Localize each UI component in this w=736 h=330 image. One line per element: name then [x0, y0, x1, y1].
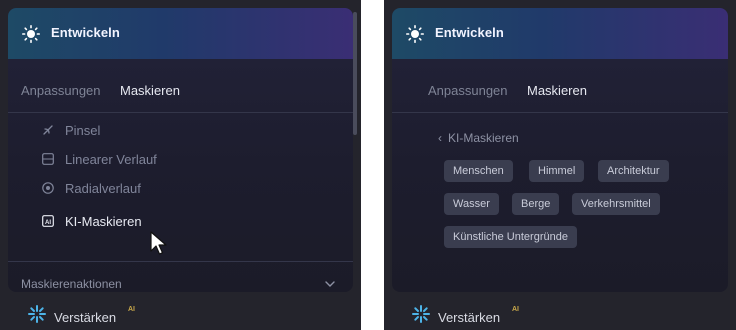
- back-link[interactable]: ‹ KI-Maskieren: [438, 131, 519, 145]
- mouse-cursor-icon: [150, 231, 167, 255]
- tool-label: Linearer Verlauf: [65, 152, 157, 167]
- divider: [392, 112, 728, 113]
- panel-title: Entwickeln: [51, 25, 120, 40]
- radial-gradient-icon: [42, 182, 54, 194]
- panel-header[interactable]: Entwickeln: [8, 8, 353, 59]
- tab-maskieren[interactable]: Maskieren: [527, 83, 587, 98]
- develop-panel-right: Entwickeln Anpassungen Maskieren ‹ KI-Mas…: [384, 0, 736, 330]
- mask-chip-architecture[interactable]: Architektur: [598, 160, 669, 182]
- ai-badge: AI: [128, 306, 135, 313]
- enhance-label[interactable]: Verstärken: [54, 310, 116, 325]
- footer-bar: [384, 292, 736, 330]
- mask-chip-vehicles[interactable]: Verkehrsmittel: [572, 193, 660, 215]
- ai-badge: AI: [512, 306, 519, 313]
- back-label: KI-Maskieren: [448, 131, 519, 145]
- mask-chip-artificial-ground[interactable]: Künstliche Untergründe: [444, 226, 577, 248]
- panel-header[interactable]: Entwickeln: [392, 8, 728, 59]
- develop-panel-left: Entwickeln Anpassungen Maskieren Pinsel …: [0, 0, 361, 330]
- enhance-label[interactable]: Verstärken: [438, 310, 500, 325]
- tool-label: KI-Maskieren: [65, 214, 142, 229]
- develop-card: Entwickeln Anpassungen Maskieren ‹ KI-Mas…: [392, 8, 728, 292]
- mask-actions-section[interactable]: Maskierenaktionen: [21, 277, 122, 291]
- enhance-sparkle-icon: [412, 305, 430, 323]
- chevron-left-icon: ‹: [438, 131, 442, 145]
- mask-chip-water[interactable]: Wasser: [444, 193, 499, 215]
- enhance-sparkle-icon: [28, 305, 46, 323]
- panel-title: Entwickeln: [435, 25, 504, 40]
- mask-chip-sky[interactable]: Himmel: [529, 160, 585, 182]
- brush-icon: [43, 125, 53, 135]
- divider: [8, 112, 353, 113]
- tab-maskieren[interactable]: Maskieren: [120, 83, 180, 98]
- develop-card: Entwickeln Anpassungen Maskieren Pinsel …: [8, 8, 353, 292]
- ai-mask-icon: AI: [42, 215, 54, 227]
- tab-anpassungen[interactable]: Anpassungen: [21, 83, 101, 98]
- tool-label: Pinsel: [65, 123, 101, 138]
- mask-chip-mountains[interactable]: Berge: [512, 193, 560, 215]
- mask-chip-people[interactable]: Menschen: [444, 160, 513, 182]
- divider: [8, 261, 353, 262]
- tab-anpassungen[interactable]: Anpassungen: [428, 83, 508, 98]
- sun-icon: [22, 25, 40, 43]
- linear-gradient-icon: [42, 153, 54, 165]
- tool-label: Radialverlauf: [65, 181, 141, 196]
- svg-text:AI: AI: [45, 220, 51, 226]
- scrollbar[interactable]: [353, 12, 357, 135]
- sun-icon: [406, 25, 424, 43]
- chevron-down-icon[interactable]: [325, 281, 335, 287]
